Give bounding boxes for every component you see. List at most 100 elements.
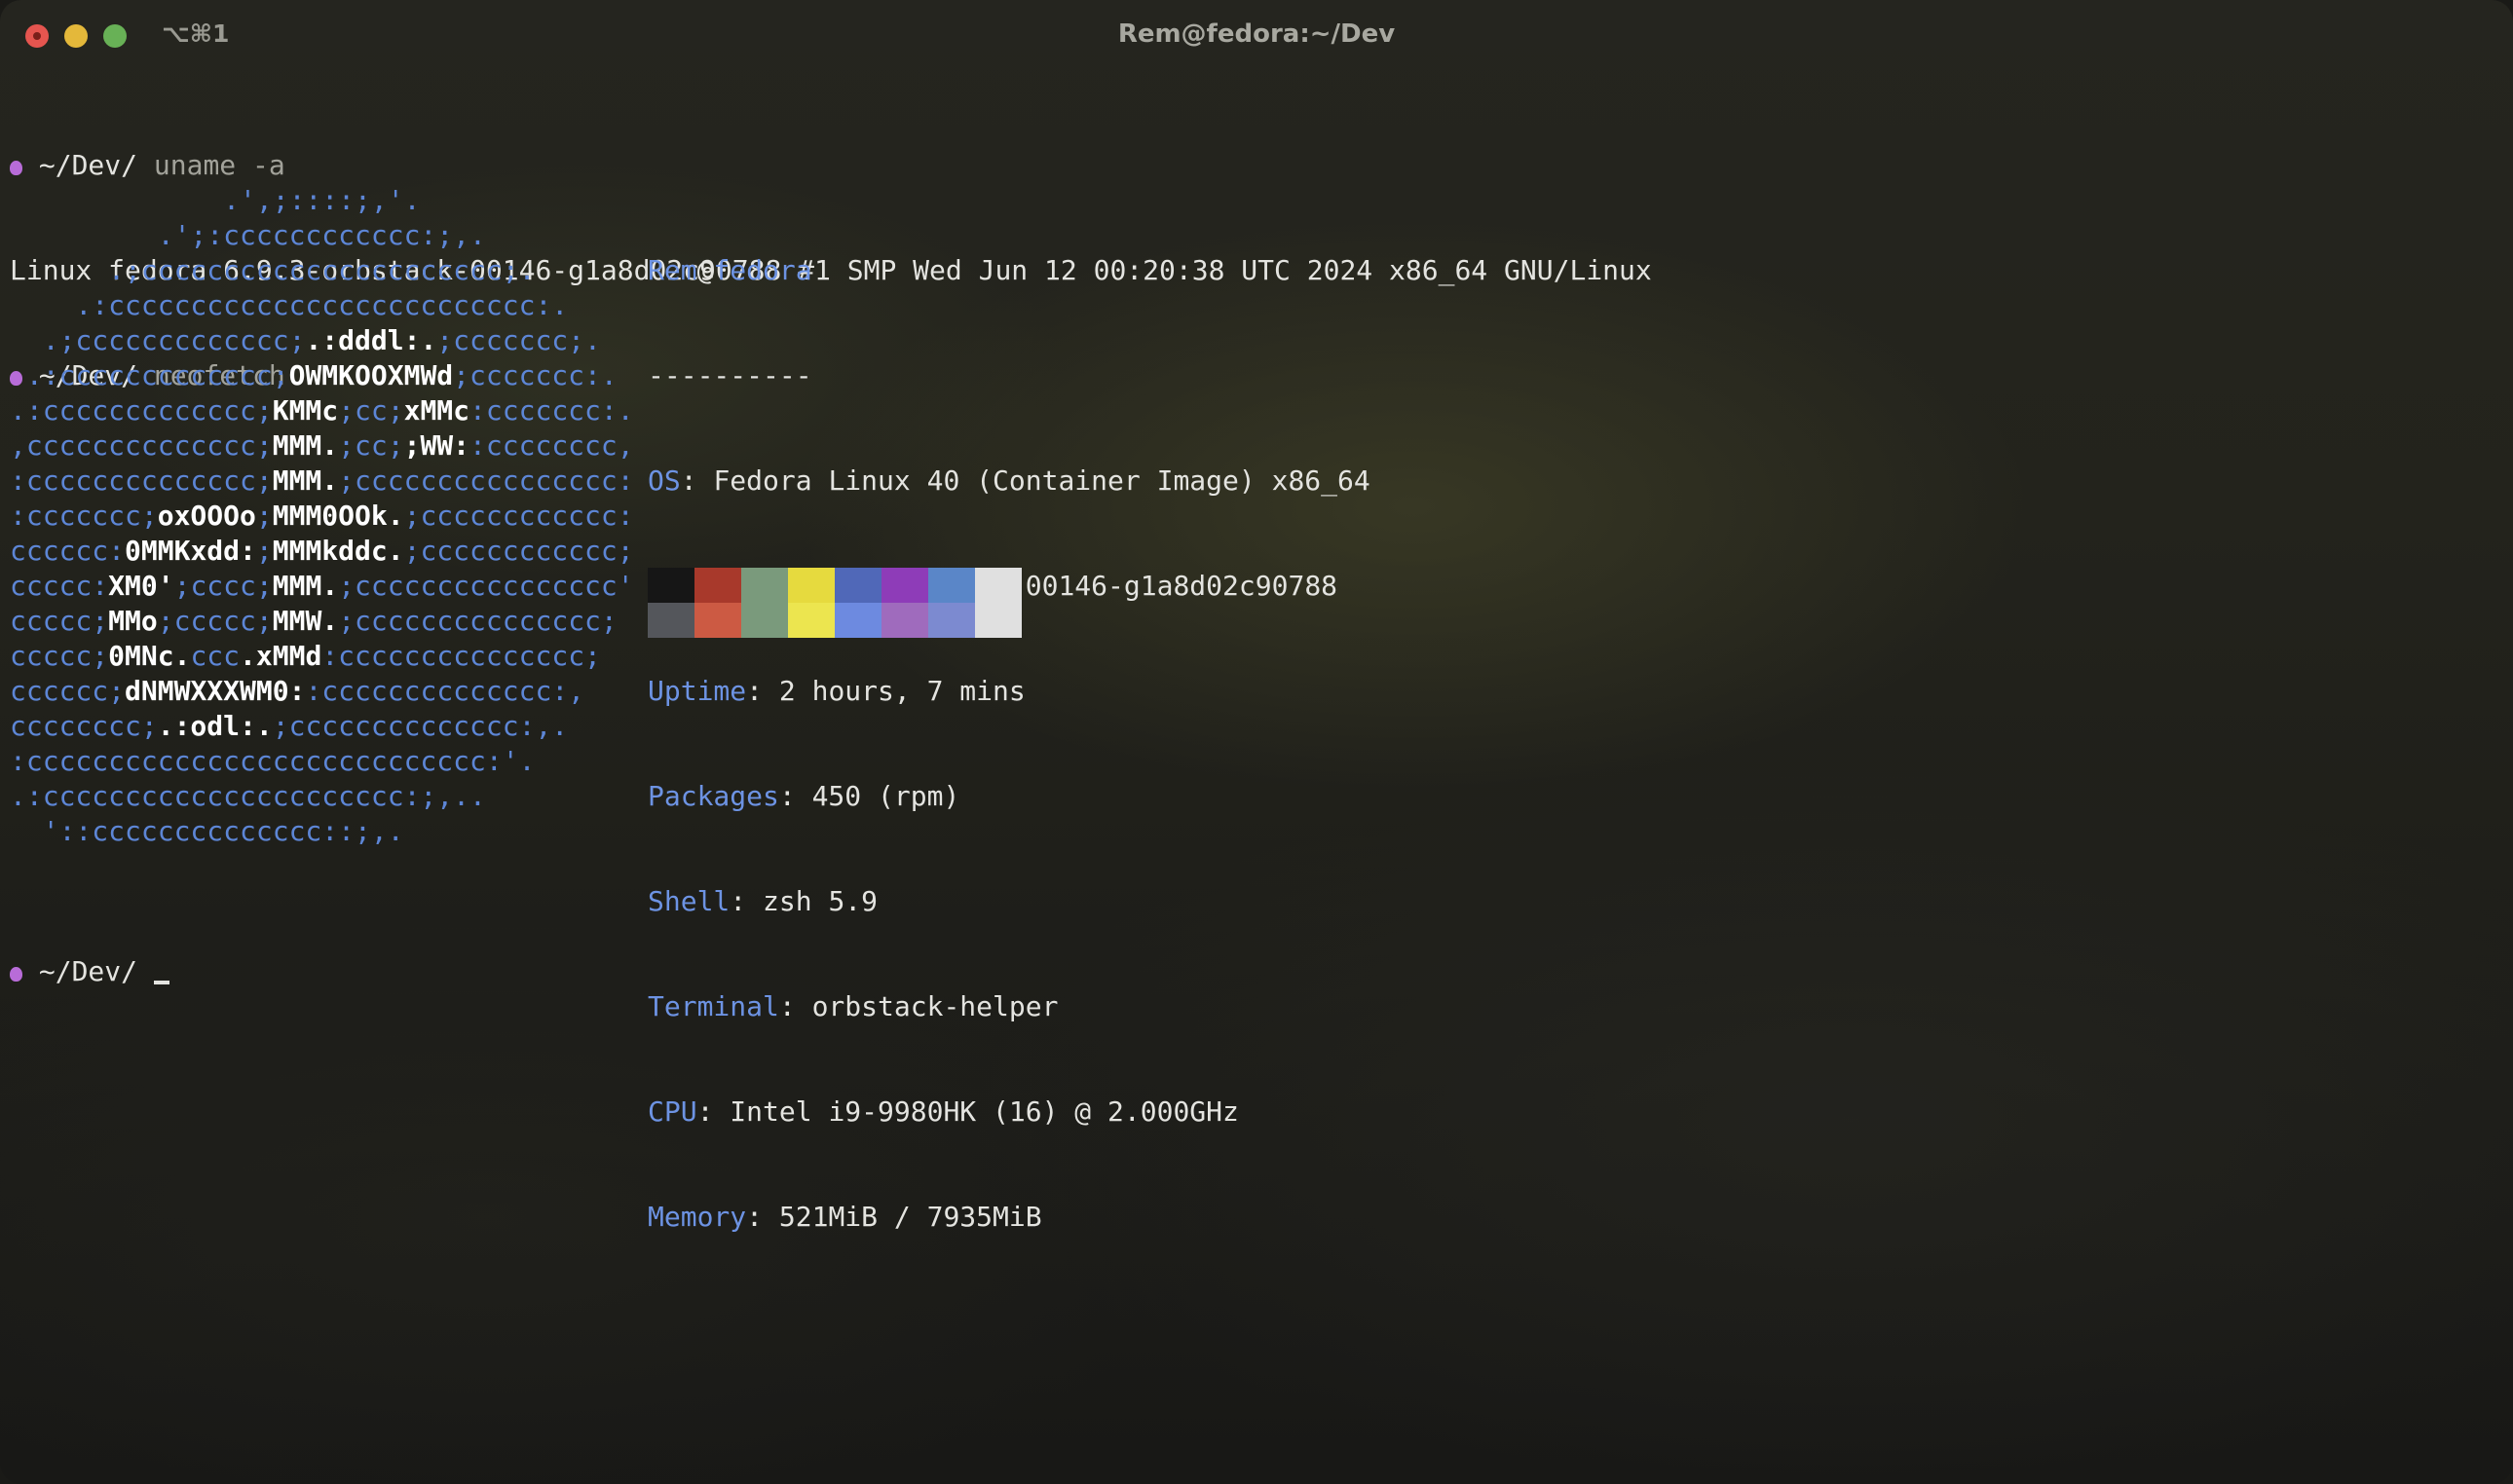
color-swatch <box>835 603 881 638</box>
ascii-art-segment: ;cccccccccccc; <box>403 535 634 567</box>
ascii-art-segment: .;cccccccccccccccccccccc;. <box>10 254 536 286</box>
command-text: uname -a <box>153 149 285 181</box>
ascii-art-segment: ;cc; <box>338 429 404 462</box>
ascii-art-segment: cccccc: <box>10 535 126 567</box>
info-key: OS <box>648 464 681 497</box>
info-value: Fedora Linux 40 (Container Image) x86_64 <box>713 464 1370 497</box>
ascii-art-segment: ;cccccccccccccccc' <box>338 570 634 602</box>
ascii-art-line: ,cccccccccccccc;MMM.;cc;;WW::cccccccc, <box>10 428 634 464</box>
ascii-art-segment: ccccc; <box>10 640 109 672</box>
prompt-line[interactable]: ~/Dev/ <box>10 954 169 989</box>
ascii-art-segment: .:ccccccccccccc; <box>10 394 273 427</box>
ascii-art-segment: ccc <box>190 640 241 672</box>
ascii-art-line: ccccc;MMo;ccccc;MMW.;ccccccccccccccc; <box>10 604 634 639</box>
ascii-art-line: :cccccccccccccc;MMM.;cccccccccccccccc: <box>10 464 634 499</box>
info-value: 450 (rpm) <box>811 780 960 812</box>
info-key: Uptime <box>648 675 747 707</box>
active-prompt[interactable]: ~/Dev/ <box>10 884 169 1059</box>
color-swatch <box>881 568 928 603</box>
ascii-art-segment: MMo <box>108 605 158 637</box>
ascii-art-segment: MMW. <box>272 605 339 637</box>
info-row-memory: Memory: 521MiB / 7935MiB <box>648 1201 1042 1233</box>
color-swatch <box>928 603 975 638</box>
ascii-art-segment: .';:cccccccccccc:;,. <box>10 219 486 251</box>
info-value: 521MiB / 7935MiB <box>778 1201 1042 1233</box>
ascii-art-line: ccccc;0MNc.ccc.xMMd:ccccccccccccccc; <box>10 639 634 674</box>
ascii-art-segment: :ccccccccccccccc; <box>321 640 601 672</box>
info-value: 2 hours, 7 mins <box>778 675 1026 707</box>
apple-icon <box>10 967 22 982</box>
title-bar: ⌥⌘1 Rem@fedora:~/Dev <box>0 0 2513 72</box>
info-row-shell: Shell: zsh 5.9 <box>648 885 879 917</box>
ascii-art-segment: ;cccccccccccccc:,. <box>272 710 569 742</box>
color-swatch <box>694 568 741 603</box>
ascii-art-segment: xMMc <box>403 394 470 427</box>
ascii-art-segment: ccccc: <box>10 570 109 602</box>
info-key: CPU <box>648 1095 697 1128</box>
info-row-packages: Packages: 450 (rpm) <box>648 780 960 812</box>
ascii-art-segment: ,cccccccccccccc; <box>10 429 273 462</box>
ascii-art-line: .:ccccccccccccc;OWMKOOXMWd;ccccccc:. <box>10 358 634 393</box>
ascii-art-line: '::cccccccccccccc::;,. <box>10 814 634 849</box>
ascii-art-segment: :cccccccccccccc:, <box>305 675 585 707</box>
apple-icon <box>10 161 22 175</box>
ascii-art-segment: ; <box>255 500 273 532</box>
ascii-art-segment: 0MNc. <box>108 640 191 672</box>
ascii-art-segment: .',;::::;,'. <box>10 184 421 216</box>
ascii-art-segment: .:cccccccccccccccccccccc:;,.. <box>10 780 486 812</box>
color-swatch <box>648 568 694 603</box>
text-cursor <box>153 981 169 984</box>
ascii-art-segment: dNMWXXXWM0: <box>125 675 306 707</box>
color-swatch <box>648 603 694 638</box>
info-value: orbstack-helper <box>811 990 1059 1022</box>
ascii-art-line: .:cccccccccccccccccccccc:;,.. <box>10 779 634 814</box>
info-key: Terminal <box>648 990 779 1022</box>
info-row-cpu: CPU: Intel i9-9980HK (16) @ 2.000GHz <box>648 1095 1239 1128</box>
info-row-uptime: Uptime: 2 hours, 7 mins <box>648 675 1026 707</box>
ascii-art-segment: :cccccccc, <box>469 429 634 462</box>
ascii-art-segment: ;cccc; <box>173 570 273 602</box>
host-name: fedora <box>713 254 812 286</box>
color-swatch <box>928 568 975 603</box>
ascii-art-line: :ccccccc;oxOOOo;MMM0OOk.;cccccccccccc: <box>10 499 634 534</box>
ascii-art-segment: ;WW: <box>403 429 470 462</box>
ascii-art-segment: .;ccccccccccccc; <box>10 324 306 356</box>
ascii-art-segment: :ccccccc:. <box>469 394 634 427</box>
ascii-art-segment: '::cccccccccccccc::;,. <box>10 815 404 847</box>
ascii-art-segment: MMM. <box>272 570 339 602</box>
prompt-path: ~/Dev/ <box>38 149 138 181</box>
ascii-art-segment: MMM0OOk. <box>272 500 404 532</box>
terminal-window: ⌥⌘1 Rem@fedora:~/Dev ~/Dev/ uname -a Lin… <box>0 0 2513 1484</box>
ascii-art-segment: oxOOOo <box>157 500 256 532</box>
ascii-art-line: .:cccccccccccccccccccccccccc:. <box>10 288 634 323</box>
ascii-art-segment: ccccc; <box>10 605 109 637</box>
ascii-art-segment: ;cccccccccccc: <box>403 500 634 532</box>
fedora-ascii-logo: .',;::::;,'. .';:cccccccccccc:;,. .;cccc… <box>10 183 634 849</box>
ascii-art-segment: XM0' <box>108 570 174 602</box>
color-swatch <box>975 568 1022 603</box>
color-palette <box>648 568 1022 638</box>
ascii-art-segment: KMMc <box>272 394 339 427</box>
ascii-art-line: .:ccccccccccccc;KMMc;cc;xMMc:ccccccc:. <box>10 393 634 428</box>
ascii-art-segment: .xMMd <box>240 640 322 672</box>
at-sign: @ <box>696 254 714 286</box>
ascii-art-line: .',;::::;,'. <box>10 183 634 218</box>
info-row-os: OS: Fedora Linux 40 (Container Image) x8… <box>648 464 1370 497</box>
ascii-art-line: .;ccccccccccccc;.:dddl:.;ccccccc;. <box>10 323 634 358</box>
prompt-path: ~/Dev/ <box>38 955 138 987</box>
ascii-art-segment: .:ccccccccccccc; <box>10 359 289 391</box>
ascii-art-segment: :cccccccccccccc; <box>10 464 273 497</box>
color-swatch <box>881 603 928 638</box>
ascii-art-segment: ;ccccccc:. <box>453 359 618 391</box>
color-swatch <box>741 568 788 603</box>
ascii-art-line: cccccc;dNMWXXXWM0::cccccccccccccc:, <box>10 674 634 709</box>
color-swatch <box>835 568 881 603</box>
ascii-art-segment: :cccccccccccccccccccccccccccc:'. <box>10 745 536 777</box>
ascii-art-segment: MMM. <box>272 429 339 462</box>
info-key: Packages <box>648 780 779 812</box>
ascii-art-segment: .:cccccccccccccccccccccccccc:. <box>10 289 569 321</box>
color-swatch <box>975 603 1022 638</box>
info-key: Memory <box>648 1201 747 1233</box>
ascii-art-segment: ;ccccccc;. <box>436 324 601 356</box>
color-swatch <box>788 568 835 603</box>
